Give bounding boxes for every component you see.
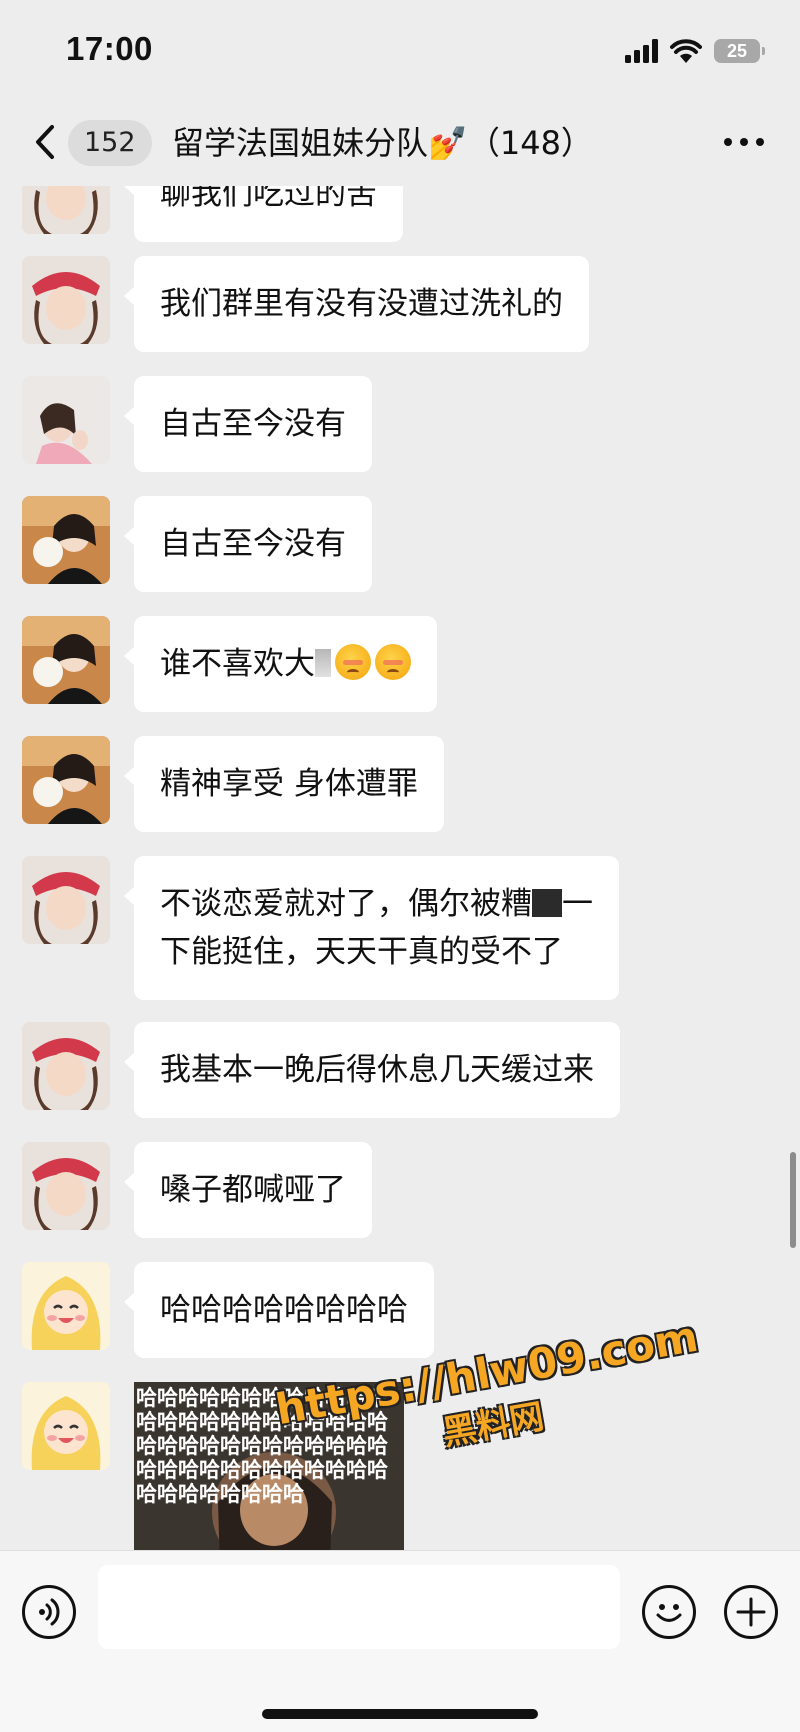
chat-title: 留学法国姐妹分队💅（148） <box>172 124 593 162</box>
emoji-icon <box>656 1604 682 1622</box>
avatar[interactable] <box>22 1262 110 1350</box>
cellular-signal-icon <box>625 39 658 63</box>
status-bar: 17:00 25 <box>0 0 800 100</box>
status-icons: 25 <box>625 34 765 68</box>
avatar[interactable] <box>22 736 110 824</box>
status-time: 17:00 <box>66 30 153 67</box>
battery-icon: 25 <box>714 39 765 63</box>
blurred-character <box>315 649 331 677</box>
avatar[interactable] <box>22 1382 110 1470</box>
avatar[interactable] <box>22 616 110 704</box>
wifi-icon <box>670 39 702 63</box>
message-row: 不谈恋爱就对了，偶尔被糟一 下能挺住，天天干真的受不了 <box>0 856 800 1000</box>
add-icon <box>736 1597 766 1627</box>
message-bubble[interactable]: 自古至今没有 <box>124 496 372 592</box>
avatar[interactable] <box>22 1142 110 1230</box>
message-row: 嗓子都喊哑了 <box>0 1142 800 1242</box>
flushed-face-emoji-icon <box>335 644 371 680</box>
chat-header: 152 留学法国姐妹分队💅（148） <box>0 100 800 186</box>
input-bar <box>0 1550 800 1732</box>
message-row: 我基本一晚后得休息几天缓过来 <box>0 1022 800 1122</box>
message-bubble[interactable]: 我基本一晚后得休息几天缓过来 <box>124 1022 620 1118</box>
avatar[interactable] <box>22 496 110 584</box>
voice-button[interactable] <box>22 1585 76 1639</box>
message-bubble[interactable]: 哈哈哈哈哈哈哈哈 <box>124 1262 434 1358</box>
message-bubble[interactable]: 嗓子都喊哑了 <box>124 1142 372 1238</box>
emoji-button[interactable] <box>642 1585 696 1639</box>
message-bubble[interactable]: 我们群里有没有没遭过洗礼的 <box>124 256 589 352</box>
avatar[interactable] <box>22 186 110 234</box>
message-bubble[interactable]: 不谈恋爱就对了，偶尔被糟一 下能挺住，天天干真的受不了 <box>124 856 619 1000</box>
unread-count-badge[interactable]: 152 <box>68 120 152 166</box>
message-row: 聊我们吃过的苦 <box>0 186 800 246</box>
message-bubble[interactable]: 聊我们吃过的苦 <box>124 186 403 242</box>
message-row: 我们群里有没有没遭过洗礼的 <box>0 256 800 356</box>
more-icon[interactable] <box>724 138 764 146</box>
message-text: 谁不喜欢大 <box>160 646 315 682</box>
home-indicator[interactable] <box>262 1709 538 1719</box>
message-row: 自古至今没有 <box>0 376 800 476</box>
avatar[interactable] <box>22 856 110 944</box>
flushed-face-emoji-icon <box>375 644 411 680</box>
avatar[interactable] <box>22 256 110 344</box>
message-line: 不谈恋爱就对了，偶尔被糟一 <box>160 880 593 928</box>
back-icon[interactable] <box>30 122 60 162</box>
voice-icon <box>39 1598 60 1626</box>
redaction-block <box>532 889 562 917</box>
message-text: 不谈恋爱就对了，偶尔被糟 <box>160 886 532 922</box>
message-row: 精神享受 身体遭罪 <box>0 736 800 836</box>
message-bubble[interactable]: 谁不喜欢大 <box>124 616 437 712</box>
message-row: 谁不喜欢大 <box>0 616 800 716</box>
message-line: 下能挺住，天天干真的受不了 <box>160 934 563 970</box>
message-bubble[interactable]: 精神享受 身体遭罪 <box>124 736 444 832</box>
message-input[interactable] <box>98 1565 620 1649</box>
message-bubble[interactable]: 自古至今没有 <box>124 376 372 472</box>
message-text: 一 <box>562 886 593 922</box>
message-row: 自古至今没有 <box>0 496 800 596</box>
avatar[interactable] <box>22 1022 110 1110</box>
add-button[interactable] <box>724 1585 778 1639</box>
avatar[interactable] <box>22 376 110 464</box>
scroll-indicator[interactable] <box>790 1152 796 1248</box>
